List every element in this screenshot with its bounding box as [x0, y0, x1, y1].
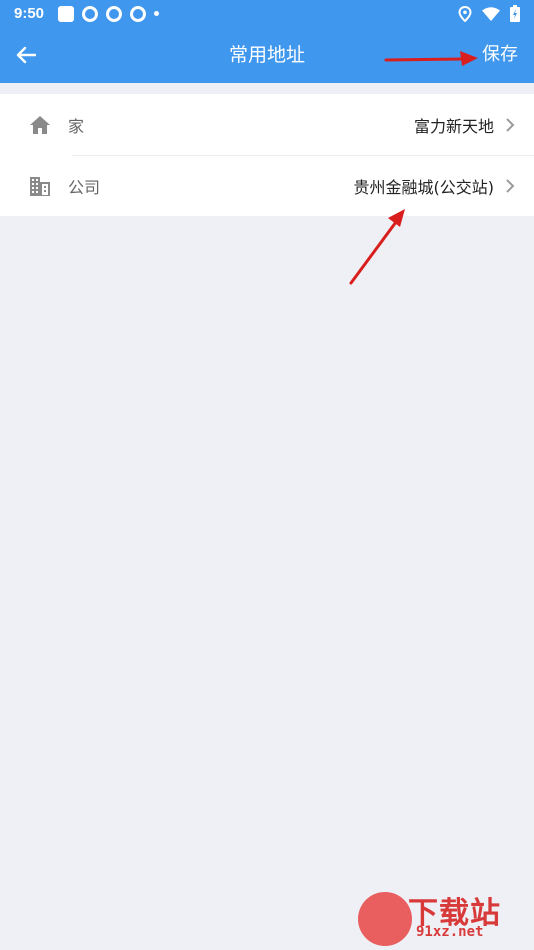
- annotation-arrow-to-company: [349, 209, 405, 285]
- chevron-right-icon: [502, 178, 518, 194]
- watermark-url: 91xz.net: [416, 924, 484, 940]
- watermark-logo: [358, 892, 412, 946]
- watermark: 下载站 91xz.net: [358, 888, 528, 948]
- home-icon: [28, 113, 52, 137]
- app-bar: 常用地址 保存: [0, 27, 534, 83]
- status-bar: 9:50: [0, 0, 534, 27]
- page-title: 常用地址: [228, 44, 305, 66]
- address-value: 富力新天地: [413, 116, 494, 136]
- address-item-home[interactable]: 家 富力新天地: [0, 94, 534, 155]
- battery-icon: [510, 5, 520, 22]
- notification-icons: [58, 5, 160, 22]
- app-notification-icon: [130, 5, 147, 22]
- address-list: 家 富力新天地 公司 贵州金融城(公交站): [0, 94, 534, 216]
- app-notification-icon: [82, 5, 99, 22]
- back-button[interactable]: [8, 37, 44, 73]
- status-right: [458, 5, 520, 22]
- address-value: 贵州金融城(公交站): [353, 177, 495, 197]
- status-time: 9:50: [14, 5, 45, 22]
- address-label: 家: [68, 116, 85, 136]
- dot-icon: [154, 11, 160, 16]
- chevron-right-icon: [502, 117, 518, 133]
- app-notification-icon: [106, 5, 123, 22]
- address-item-company[interactable]: 公司 贵州金融城(公交站): [0, 155, 534, 216]
- building-icon: [28, 174, 52, 198]
- wifi-icon: [482, 6, 500, 21]
- location-icon: [458, 5, 472, 22]
- square-notification-icon: [58, 5, 75, 22]
- arrow-left-icon: [16, 46, 36, 64]
- save-button[interactable]: 保存: [482, 27, 518, 83]
- address-label: 公司: [68, 177, 101, 197]
